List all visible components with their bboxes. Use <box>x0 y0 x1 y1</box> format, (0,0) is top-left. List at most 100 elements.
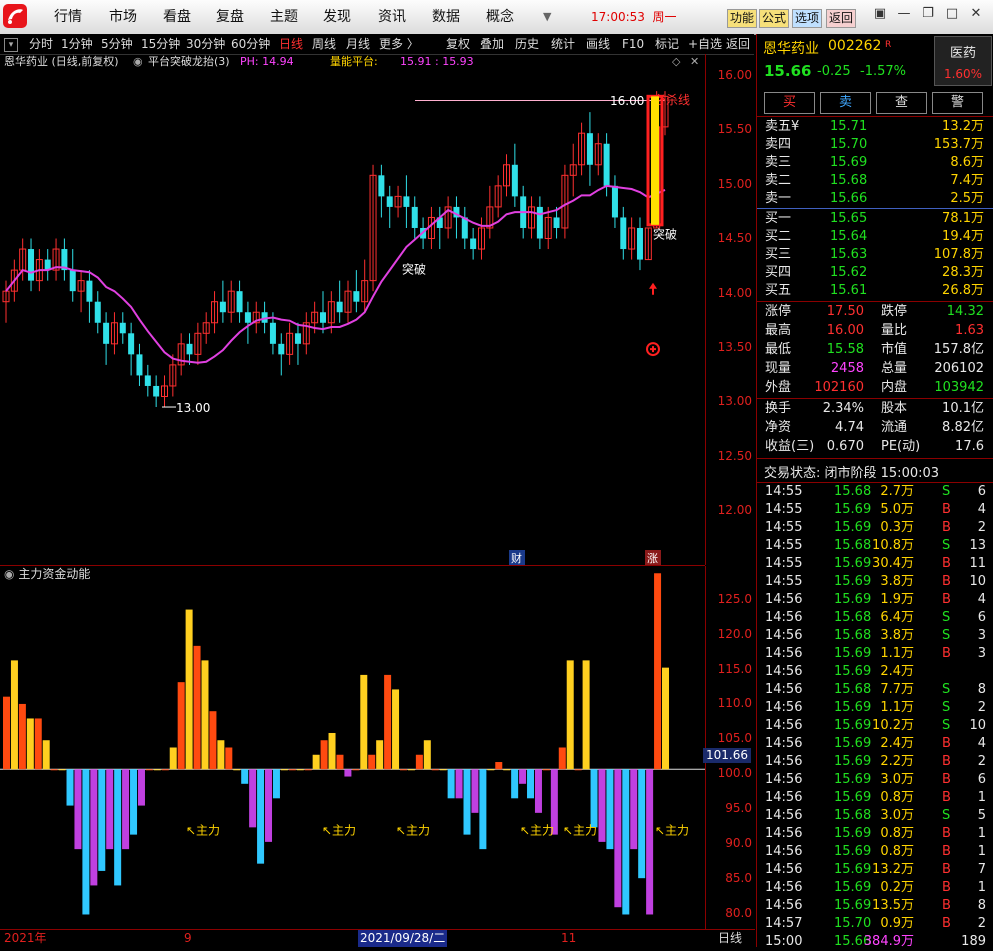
menu-news[interactable]: 资讯 <box>370 0 414 34</box>
tick-row[interactable]: 14:56 15.69 0.2万 B 1 <box>757 879 993 897</box>
ask-row[interactable]: 卖四 15.70 153.7万 <box>757 136 993 154</box>
function-button[interactable]: 功能 <box>727 9 757 28</box>
formula-button[interactable]: 公式 <box>759 9 789 28</box>
tick-row[interactable]: 14:56 15.68 3.8万 S 3 <box>757 627 993 645</box>
tick-row[interactable]: 14:55 15.68 10.8万 S 13 <box>757 537 993 555</box>
tick-row[interactable]: 14:56 15.68 3.0万 S 5 <box>757 807 993 825</box>
bid-row[interactable]: 买四 15.62 28.3万 <box>757 264 993 282</box>
tool-return[interactable]: 返回 <box>726 34 750 54</box>
fund-row[interactable]: 收益(三) 0.670 PE(动) 17.6 <box>757 438 993 456</box>
tick-row[interactable]: 14:56 15.69 2.2万 B 2 <box>757 753 993 771</box>
buy-button[interactable]: 买 <box>764 92 815 114</box>
minimize-icon[interactable]: — <box>894 4 914 24</box>
candlestick-chart[interactable]: 必杀线 16.00 13.00 突破 突破财涨 <box>0 70 705 565</box>
query-button[interactable]: 查 <box>876 92 927 114</box>
tool-adjust[interactable]: 复权 <box>446 34 470 54</box>
options-button[interactable]: 选项 <box>792 9 822 28</box>
tick-time: 14:55 <box>765 520 803 535</box>
period-30min[interactable]: 30分钟 <box>186 34 225 54</box>
sector-box[interactable]: 医药 1.60% <box>934 36 992 86</box>
tool-mark[interactable]: 标记 <box>655 34 679 54</box>
tick-row[interactable]: 14:56 15.69 3.0万 B 6 <box>757 771 993 789</box>
tick-row[interactable]: 14:55 15.69 5.0万 B 4 <box>757 501 993 519</box>
tick-row[interactable]: 14:56 15.69 1.9万 B 4 <box>757 591 993 609</box>
period-1min[interactable]: 1分钟 <box>61 34 93 54</box>
tool-add-watchlist[interactable]: +自选 <box>688 34 722 54</box>
tick-row[interactable]: 14:56 15.69 2.4万 <box>757 663 993 681</box>
sell-button[interactable]: 卖 <box>820 92 871 114</box>
menu-market[interactable]: 市场 <box>101 0 145 34</box>
tool-overlay[interactable]: 叠加 <box>480 34 504 54</box>
period-monthly[interactable]: 月线 <box>346 34 370 54</box>
tick-row[interactable]: 14:56 15.69 10.2万 S 10 <box>757 717 993 735</box>
tick-row[interactable]: 14:55 15.69 30.4万 B 11 <box>757 555 993 573</box>
menu-discover[interactable]: 发现 <box>315 0 359 34</box>
ask-row[interactable]: 卖五¥ 15.71 13.2万 <box>757 118 993 136</box>
bid-row[interactable]: 买一 15.65 78.1万 <box>757 210 993 228</box>
period-daily[interactable]: 日线 <box>279 34 303 54</box>
menu-quotes[interactable]: 行情 <box>46 0 90 34</box>
tool-draw[interactable]: 画线 <box>586 34 610 54</box>
ask-row[interactable]: 卖二 15.68 7.4万 <box>757 172 993 190</box>
bid-row[interactable]: 买五 15.61 26.8万 <box>757 282 993 300</box>
fund-row[interactable]: 换手 2.34% 股本 10.1亿 <box>757 400 993 418</box>
period-15min[interactable]: 15分钟 <box>141 34 180 54</box>
tool-stats[interactable]: 统计 <box>551 34 575 54</box>
fund-row[interactable]: 净资 4.74 流通 8.82亿 <box>757 419 993 437</box>
menu-data[interactable]: 数据 <box>424 0 468 34</box>
tick-row[interactable]: 14:56 15.68 6.4万 S 6 <box>757 609 993 627</box>
collapse-icon[interactable]: ▾ <box>4 38 18 52</box>
tick-row[interactable]: 14:56 15.69 13.5万 B 8 <box>757 897 993 915</box>
bid-row[interactable]: 买二 15.64 19.4万 <box>757 228 993 246</box>
period-60min[interactable]: 60分钟 <box>231 34 270 54</box>
stat-row[interactable]: 最高 16.00 量比 1.63 <box>757 322 993 340</box>
tick-row[interactable]: 14:55 15.69 0.3万 B 2 <box>757 519 993 537</box>
stat-row[interactable]: 外盘 102160 内盘 103942 <box>757 379 993 397</box>
tick-row[interactable]: 14:56 15.69 13.2万 B 7 <box>757 861 993 879</box>
app-logo-icon[interactable] <box>3 4 27 28</box>
tick-row[interactable]: 14:56 15.69 1.1万 S 2 <box>757 699 993 717</box>
indicator-name[interactable]: 平台突破龙抬(3) <box>148 54 230 70</box>
restore-icon[interactable]: ❐ <box>918 4 938 24</box>
period-weekly[interactable]: 周线 <box>312 34 336 54</box>
menu-dropdown-icon[interactable]: ▼ <box>543 10 551 23</box>
tick-row[interactable]: 14:56 15.69 1.1万 B 3 <box>757 645 993 663</box>
tool-history[interactable]: 历史 <box>515 34 539 54</box>
tick-direction: B <box>942 736 951 751</box>
bid-row[interactable]: 买三 15.63 107.8万 <box>757 246 993 264</box>
return-button[interactable]: 返回 <box>826 9 856 28</box>
menu-replay[interactable]: 复盘 <box>208 0 252 34</box>
maximize-icon[interactable]: □ <box>942 4 962 24</box>
stat-row[interactable]: 现量 2458 总量 206102 <box>757 360 993 378</box>
ask-row[interactable]: 卖三 15.69 8.6万 <box>757 154 993 172</box>
tick-time: 14:56 <box>765 646 803 661</box>
capital-momentum-chart[interactable]: ↖主力 ↖主力 ↖主力 ↖主力 ↖主力 ↖主力 <box>0 566 705 929</box>
close-icon[interactable]: ✕ <box>966 4 986 24</box>
alert-button[interactable]: 警 <box>932 92 983 114</box>
tick-row[interactable]: 15:00 15.66 384.9万 189 <box>757 933 993 951</box>
menu-watch[interactable]: 看盘 <box>155 0 199 34</box>
tick-row[interactable]: 14:56 15.69 0.8万 B 1 <box>757 789 993 807</box>
menu-concept[interactable]: 概念 <box>478 0 522 34</box>
tick-direction: B <box>942 646 951 661</box>
tick-row[interactable]: 14:56 15.69 0.8万 B 1 <box>757 825 993 843</box>
tool-f10[interactable]: F10 <box>622 34 644 54</box>
tick-row[interactable]: 14:55 15.68 2.7万 S 6 <box>757 483 993 501</box>
tick-row[interactable]: 14:56 15.68 7.7万 S 8 <box>757 681 993 699</box>
menu-theme[interactable]: 主题 <box>262 0 306 34</box>
candle-body <box>269 322 276 344</box>
stat-row[interactable]: 涨停 17.50 跌停 14.32 <box>757 303 993 321</box>
tick-row[interactable]: 14:57 15.70 0.9万 B 2 <box>757 915 993 933</box>
tick-row[interactable]: 14:56 15.69 0.8万 B 1 <box>757 843 993 861</box>
tick-row[interactable]: 14:56 15.69 2.4万 B 4 <box>757 735 993 753</box>
period-more[interactable]: 更多 〉 <box>379 34 419 54</box>
indicator-dropdown-icon[interactable]: ◉ <box>133 54 143 70</box>
skin-icon[interactable]: ▣ <box>870 4 890 24</box>
stat-row[interactable]: 最低 15.58 市值 157.8亿 <box>757 341 993 359</box>
close-pane-icon[interactable]: ✕ <box>690 54 699 70</box>
period-timeshare[interactable]: 分时 <box>29 34 53 54</box>
ask-row[interactable]: 卖一 15.66 2.5万 <box>757 190 993 208</box>
period-5min[interactable]: 5分钟 <box>101 34 133 54</box>
tick-row[interactable]: 14:55 15.69 3.8万 B 10 <box>757 573 993 591</box>
diamond-icon[interactable]: ◇ <box>672 54 680 70</box>
